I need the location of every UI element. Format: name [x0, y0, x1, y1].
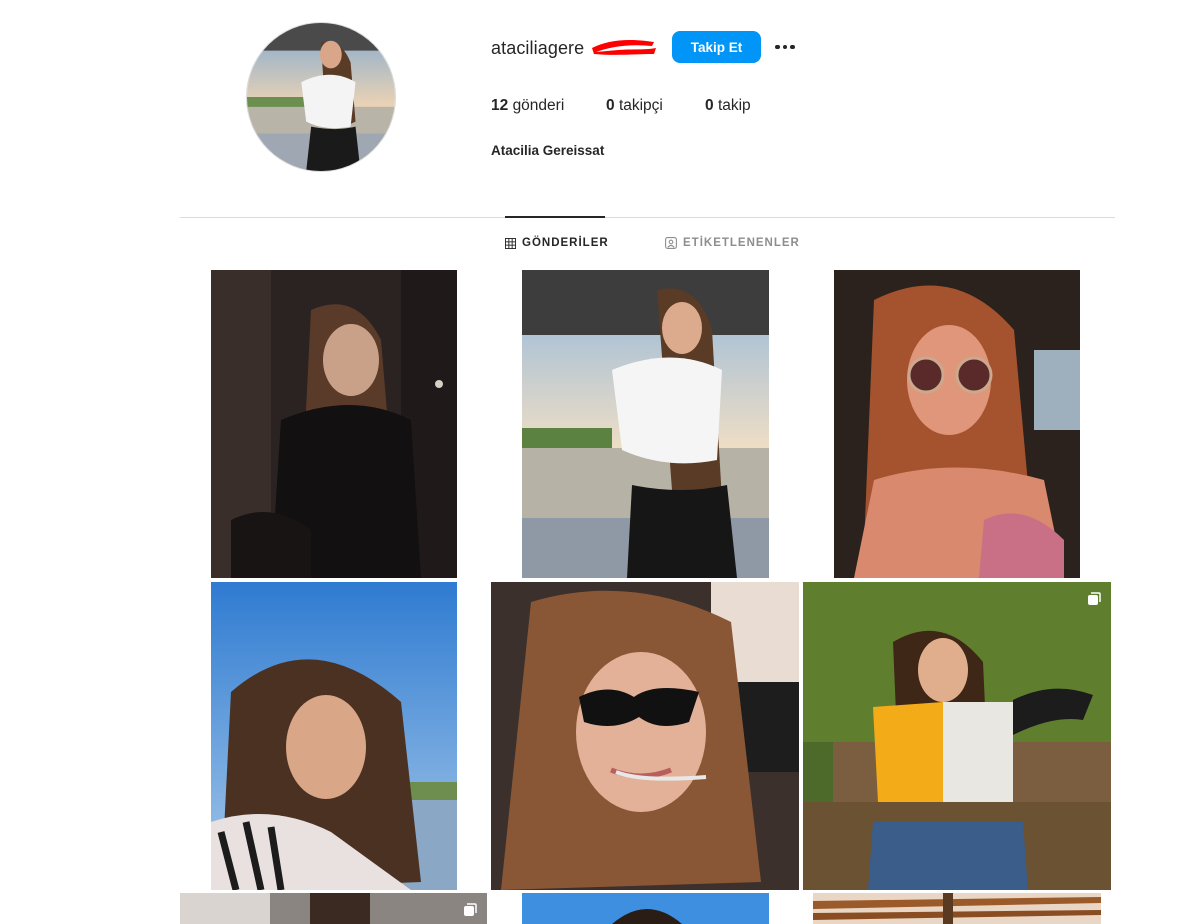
post-photo: [813, 893, 1101, 924]
follow-button[interactable]: Takip Et: [672, 31, 761, 63]
dot: [775, 44, 780, 50]
tab-posts[interactable]: GÖNDERİLER: [505, 237, 609, 249]
post-photo: [180, 893, 487, 924]
profile-stats: 12 gönderi 0 takipçi 0 takip: [491, 97, 751, 115]
multi-photo-icon: [464, 903, 477, 916]
post-photo: [491, 582, 799, 890]
profile-full-name: Atacilia Gereissat: [491, 143, 605, 158]
stat-posts: 12 gönderi: [491, 97, 606, 115]
post-tile-4[interactable]: [211, 582, 457, 890]
post-tile-7[interactable]: [180, 893, 487, 924]
followers-label: takipçi: [618, 97, 663, 114]
tab-tagged-label: ETİKETLENENLER: [683, 237, 800, 249]
post-photo: [211, 582, 457, 890]
grid-icon: [505, 237, 516, 249]
post-tile-5[interactable]: [491, 582, 799, 890]
followers-count: 0: [606, 97, 615, 114]
post-photo: [834, 270, 1080, 578]
stat-following[interactable]: 0 takip: [705, 97, 751, 115]
profile-username: ataciliagere: [491, 38, 585, 58]
dot: [782, 44, 788, 50]
post-photo: [522, 893, 769, 924]
redaction-scribble: [592, 40, 656, 55]
active-tab-indicator: [505, 216, 605, 218]
post-tile-9[interactable]: [813, 893, 1101, 924]
following-label: takip: [717, 97, 751, 114]
tab-posts-label: GÖNDERİLER: [522, 237, 609, 249]
post-photo: [803, 582, 1111, 890]
posts-label: gönderi: [512, 97, 565, 114]
posts-count: 12: [491, 97, 509, 114]
tab-tagged[interactable]: ETİKETLENENLER: [665, 237, 800, 249]
stat-followers[interactable]: 0 takipçi: [606, 97, 705, 115]
post-tile-6[interactable]: [803, 582, 1111, 890]
avatar-photo: [247, 23, 395, 171]
following-count: 0: [705, 97, 714, 114]
dot: [790, 44, 795, 50]
post-tile-3[interactable]: [834, 270, 1080, 578]
more-options-icon[interactable]: [772, 36, 798, 58]
post-photo: [522, 270, 769, 578]
multi-photo-icon: [1088, 592, 1101, 605]
post-photo: [211, 270, 457, 578]
profile-avatar[interactable]: [246, 22, 396, 172]
tabs-divider: [180, 217, 1115, 218]
post-tile-8[interactable]: [522, 893, 769, 924]
post-tile-2[interactable]: [522, 270, 769, 578]
post-tile-1[interactable]: [211, 270, 457, 578]
tagged-user-icon: [665, 237, 677, 249]
